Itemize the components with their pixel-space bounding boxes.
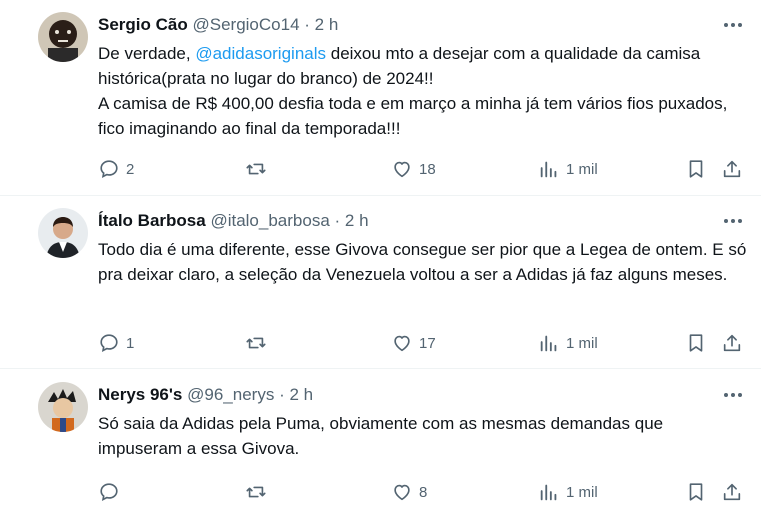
separator-dot: · <box>279 385 285 404</box>
mention-link[interactable]: @adidasoriginals <box>195 44 326 63</box>
timestamp[interactable]: 2 h <box>345 211 369 230</box>
like-count: 8 <box>419 483 428 501</box>
share-button[interactable] <box>721 331 743 355</box>
reply-bubble-icon <box>98 332 120 354</box>
share-button[interactable] <box>721 480 743 504</box>
repost-arrows-icon <box>245 481 267 503</box>
display-name[interactable]: Nerys 96's <box>98 385 182 404</box>
views-button[interactable]: 1 mil <box>538 157 598 181</box>
avatar[interactable] <box>38 12 88 62</box>
bookmark-button[interactable] <box>685 157 707 181</box>
heart-icon <box>391 158 413 180</box>
display-name[interactable]: Sergio Cão <box>98 15 188 34</box>
tweet-header: Nerys 96's @96_nerys · 2 h <box>98 384 313 406</box>
tweet-header: Ítalo Barbosa @italo_barbosa · 2 h <box>98 210 369 232</box>
view-count: 1 mil <box>566 160 598 178</box>
bookmark-icon <box>685 332 707 354</box>
like-count: 17 <box>419 334 436 352</box>
share-upload-icon <box>721 481 743 503</box>
tweet-text: De verdade, @adidasoriginals deixou mto … <box>98 41 748 141</box>
bookmark-button[interactable] <box>685 480 707 504</box>
views-bar-chart-icon <box>538 332 560 354</box>
repost-arrows-icon <box>245 332 267 354</box>
timestamp[interactable]: 2 h <box>289 385 313 404</box>
timestamp[interactable]: 2 h <box>315 15 339 34</box>
tweet[interactable]: Sergio Cão @SergioCo14 · 2 h De verdade,… <box>0 0 761 196</box>
repost-button[interactable] <box>245 157 273 181</box>
like-button[interactable]: 18 <box>391 157 436 181</box>
avatar[interactable] <box>38 382 88 432</box>
share-upload-icon <box>721 158 743 180</box>
reply-count: 1 <box>126 334 135 352</box>
action-bar: 1 17 1 mil <box>98 331 745 355</box>
reply-bubble-icon <box>98 158 120 180</box>
like-count: 18 <box>419 160 436 178</box>
separator-dot: · <box>334 211 341 230</box>
user-handle[interactable]: @SergioCo14 <box>192 15 299 34</box>
heart-icon <box>391 332 413 354</box>
repost-arrows-icon <box>245 158 267 180</box>
tweet-text-part: Todo dia é uma diferente, esse Givova co… <box>98 240 747 284</box>
user-handle[interactable]: @96_nerys <box>187 385 274 404</box>
views-bar-chart-icon <box>538 158 560 180</box>
bookmark-icon <box>685 158 707 180</box>
tweet-text: Só saia da Adidas pela Puma, obviamente … <box>98 411 748 461</box>
views-button[interactable]: 1 mil <box>538 480 598 504</box>
reply-button[interactable] <box>98 480 126 504</box>
tweet-text: Todo dia é uma diferente, esse Givova co… <box>98 237 748 287</box>
reply-count: 2 <box>126 160 135 178</box>
more-horizontal-icon[interactable] <box>721 210 745 232</box>
action-bar: 2 18 1 mil <box>98 157 745 181</box>
tweet[interactable]: Ítalo Barbosa @italo_barbosa · 2 h Todo … <box>0 196 761 369</box>
reply-feed: Sergio Cão @SergioCo14 · 2 h De verdade,… <box>0 0 761 515</box>
user-handle[interactable]: @italo_barbosa <box>210 211 329 230</box>
tweet-text-part: De verdade, <box>98 44 196 63</box>
share-button[interactable] <box>721 157 743 181</box>
avatar[interactable] <box>38 208 88 258</box>
tweet[interactable]: Nerys 96's @96_nerys · 2 h Só saia da Ad… <box>0 370 761 515</box>
heart-icon <box>391 481 413 503</box>
like-button[interactable]: 17 <box>391 331 436 355</box>
like-button[interactable]: 8 <box>391 480 427 504</box>
bookmark-icon <box>685 481 707 503</box>
more-horizontal-icon[interactable] <box>721 384 745 406</box>
tweet-header: Sergio Cão @SergioCo14 · 2 h <box>98 14 338 36</box>
tweet-text-part: A camisa de R$ 400,00 desfia toda e em m… <box>98 94 728 138</box>
views-button[interactable]: 1 mil <box>538 331 598 355</box>
repost-button[interactable] <box>245 331 273 355</box>
display-name[interactable]: Ítalo Barbosa <box>98 211 206 230</box>
view-count: 1 mil <box>566 483 598 501</box>
share-upload-icon <box>721 332 743 354</box>
reply-button[interactable]: 1 <box>98 331 134 355</box>
separator-dot: · <box>304 15 310 34</box>
action-bar: 8 1 mil <box>98 480 745 504</box>
reply-button[interactable]: 2 <box>98 157 134 181</box>
reply-bubble-icon <box>98 481 120 503</box>
bookmark-button[interactable] <box>685 331 707 355</box>
tweet-text-part: Só saia da Adidas pela Puma, obviamente … <box>98 414 664 458</box>
views-bar-chart-icon <box>538 481 560 503</box>
repost-button[interactable] <box>245 480 273 504</box>
more-horizontal-icon[interactable] <box>721 14 745 36</box>
view-count: 1 mil <box>566 334 598 352</box>
